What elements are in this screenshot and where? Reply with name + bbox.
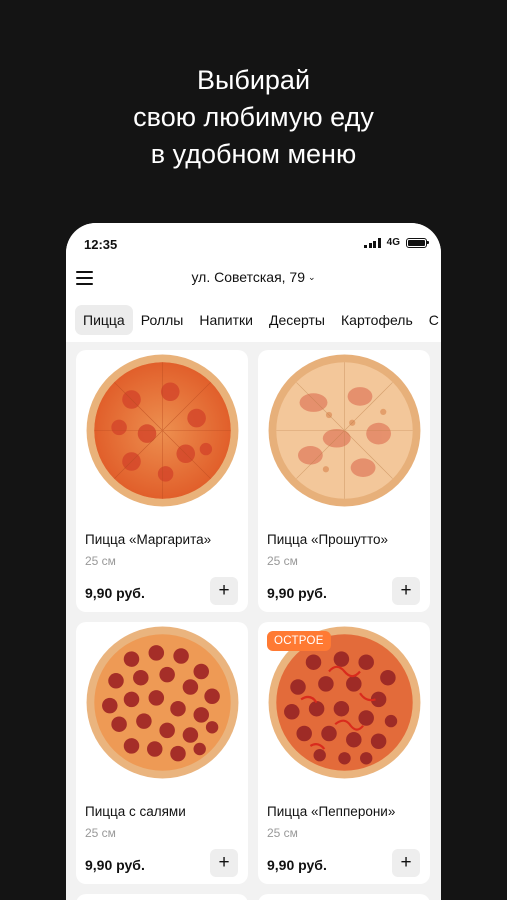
product-card[interactable]: ОСТРОЕ Пицца «Пепперони» 25 см 9,90 руб.… [258, 622, 430, 884]
product-card[interactable]: Пицца «Маргарита» 25 см 9,90 руб. + [76, 350, 248, 612]
pizza-image-salami [85, 625, 240, 780]
product-name: Пицца «Пепперони» [267, 804, 396, 819]
status-bar: 12:35 4G [66, 223, 441, 261]
top-bar: ул. Советская, 79 ⌄ [66, 261, 441, 297]
product-name: Пицца «Прошутто» [267, 532, 389, 547]
status-time: 12:35 [84, 237, 118, 252]
product-grid: Пицца «Маргарита» 25 см 9,90 руб. + Пицц… [66, 342, 441, 900]
product-name: Пицца «Маргарита» [85, 532, 212, 547]
tab-potatoes[interactable]: Картофель [333, 305, 421, 335]
promo-headline: Выбирай свою любимую еду в удобном меню [0, 62, 507, 173]
promo-line-1: Выбирай [196, 65, 311, 95]
product-size: 25 см [267, 826, 298, 840]
address-text: ул. Советская, 79 [191, 269, 305, 285]
chevron-down-icon: ⌄ [308, 272, 316, 282]
category-tabs: Пицца Роллы Напитки Десерты Картофель С [66, 297, 441, 342]
spicy-badge: ОСТРОЕ [267, 631, 331, 651]
product-size: 25 см [85, 826, 116, 840]
product-price: 9,90 руб. [267, 857, 327, 873]
add-to-cart-button[interactable]: + [392, 849, 420, 877]
network-type: 4G [386, 237, 400, 248]
phone-screen: 12:35 4G ул. Советская, 79 ⌄ Пицца Роллы … [66, 223, 441, 900]
pizza-image-margherita [85, 353, 240, 508]
battery-icon [406, 237, 429, 248]
promo-line-2: свою любимую еду [133, 102, 374, 132]
add-to-cart-button[interactable]: + [210, 849, 238, 877]
product-card-peek[interactable] [258, 894, 430, 900]
tab-desserts[interactable]: Десерты [261, 305, 333, 335]
product-card[interactable]: Пицца «Прошутто» 25 см 9,90 руб. + [258, 350, 430, 612]
tab-rolls[interactable]: Роллы [133, 305, 192, 335]
product-card-peek[interactable] [76, 894, 248, 900]
product-price: 9,90 руб. [267, 585, 327, 601]
pizza-image-prosciutto [267, 353, 422, 508]
promo-line-3: в удобном меню [150, 139, 357, 169]
add-to-cart-button[interactable]: + [392, 577, 420, 605]
product-size: 25 см [85, 554, 116, 568]
add-to-cart-button[interactable]: + [210, 577, 238, 605]
tab-drinks[interactable]: Напитки [191, 305, 261, 335]
product-price: 9,90 руб. [85, 585, 145, 601]
address-selector[interactable]: ул. Советская, 79 ⌄ [66, 269, 441, 285]
status-indicators: 4G [364, 237, 429, 248]
product-card[interactable]: Пицца с салями 25 см 9,90 руб. + [76, 622, 248, 884]
product-name: Пицца с салями [85, 804, 186, 819]
product-size: 25 см [267, 554, 298, 568]
signal-icon [364, 237, 381, 248]
tab-pizza[interactable]: Пицца [75, 304, 133, 335]
product-price: 9,90 руб. [85, 857, 145, 873]
tab-more[interactable]: С [421, 305, 441, 335]
